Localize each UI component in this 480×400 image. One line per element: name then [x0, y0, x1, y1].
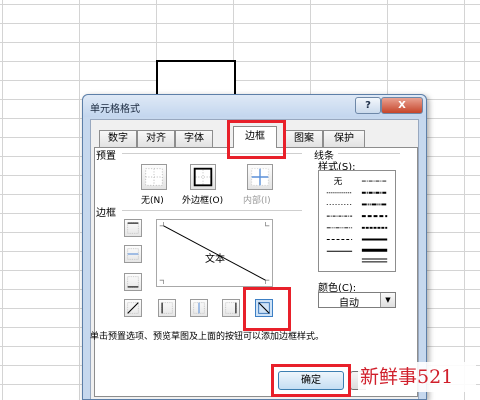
preset-inside-button[interactable] [247, 164, 273, 190]
border-right-button[interactable] [222, 299, 240, 317]
preset-outline-label: 外边框(O) [182, 196, 224, 206]
border-left-button[interactable] [158, 299, 176, 317]
border-left-icon [161, 302, 173, 314]
line-color-value: 自动 [339, 298, 359, 309]
tab-alignment[interactable]: 对齐 [137, 130, 175, 147]
tab-highlight-box [227, 120, 286, 159]
border-label: 边框 [96, 208, 116, 219]
preset-none-icon [145, 168, 163, 186]
preset-none-button[interactable] [141, 164, 167, 190]
line-style-samples: 无 [326, 176, 388, 263]
help-button[interactable]: ? [355, 97, 381, 114]
tab-patterns[interactable]: 图案 [285, 130, 323, 147]
border-bottom-icon [127, 276, 139, 288]
border-center-icon [193, 302, 205, 314]
dialog-title: 单元格格式 [90, 104, 140, 115]
preset-inside-label: 内部(I) [243, 196, 271, 206]
chevron-down-icon[interactable]: ▼ [380, 293, 395, 307]
preset-inside-icon [251, 168, 269, 186]
watermark-text: 新鲜事521 [358, 362, 476, 392]
border-middle-button[interactable] [124, 245, 142, 263]
diagonal-up-icon [127, 302, 139, 314]
tab-protection[interactable]: 保护 [323, 130, 365, 147]
preset-label: 预置 [96, 151, 116, 162]
tab-number[interactable]: 数字 [99, 130, 137, 147]
title-bar[interactable]: 单元格格式 ? X [83, 95, 426, 117]
border-bottom-button[interactable] [124, 273, 142, 291]
border-top-button[interactable] [124, 219, 142, 237]
ok-button-highlight-box [271, 364, 351, 397]
border-center-button[interactable] [190, 299, 208, 317]
line-style-list[interactable]: 无 [318, 170, 396, 272]
diagonal-button-highlight-box [243, 287, 291, 331]
line-divider [338, 153, 400, 154]
preset-none-label: 无(N) [141, 196, 164, 206]
close-button[interactable]: X [381, 97, 423, 114]
border-divider [122, 210, 302, 211]
border-diagonal-up-button[interactable] [124, 299, 142, 317]
preset-outline-button[interactable] [190, 164, 216, 190]
line-style-none: 无 [334, 176, 343, 187]
preview-text: 文本 [205, 254, 225, 265]
preset-outline-icon [193, 167, 213, 187]
border-preview[interactable]: 文本 [156, 219, 273, 287]
line-color-select[interactable]: 自动 ▼ [318, 292, 396, 309]
selected-cell[interactable] [156, 60, 236, 98]
border-hint-text: 单击预置选项、预览草图及上面的按钮可以添加边框样式。 [90, 332, 325, 342]
tab-font[interactable]: 字体 [175, 130, 213, 147]
border-middle-icon [127, 248, 139, 260]
border-right-icon [225, 302, 237, 314]
border-top-icon [127, 222, 139, 234]
